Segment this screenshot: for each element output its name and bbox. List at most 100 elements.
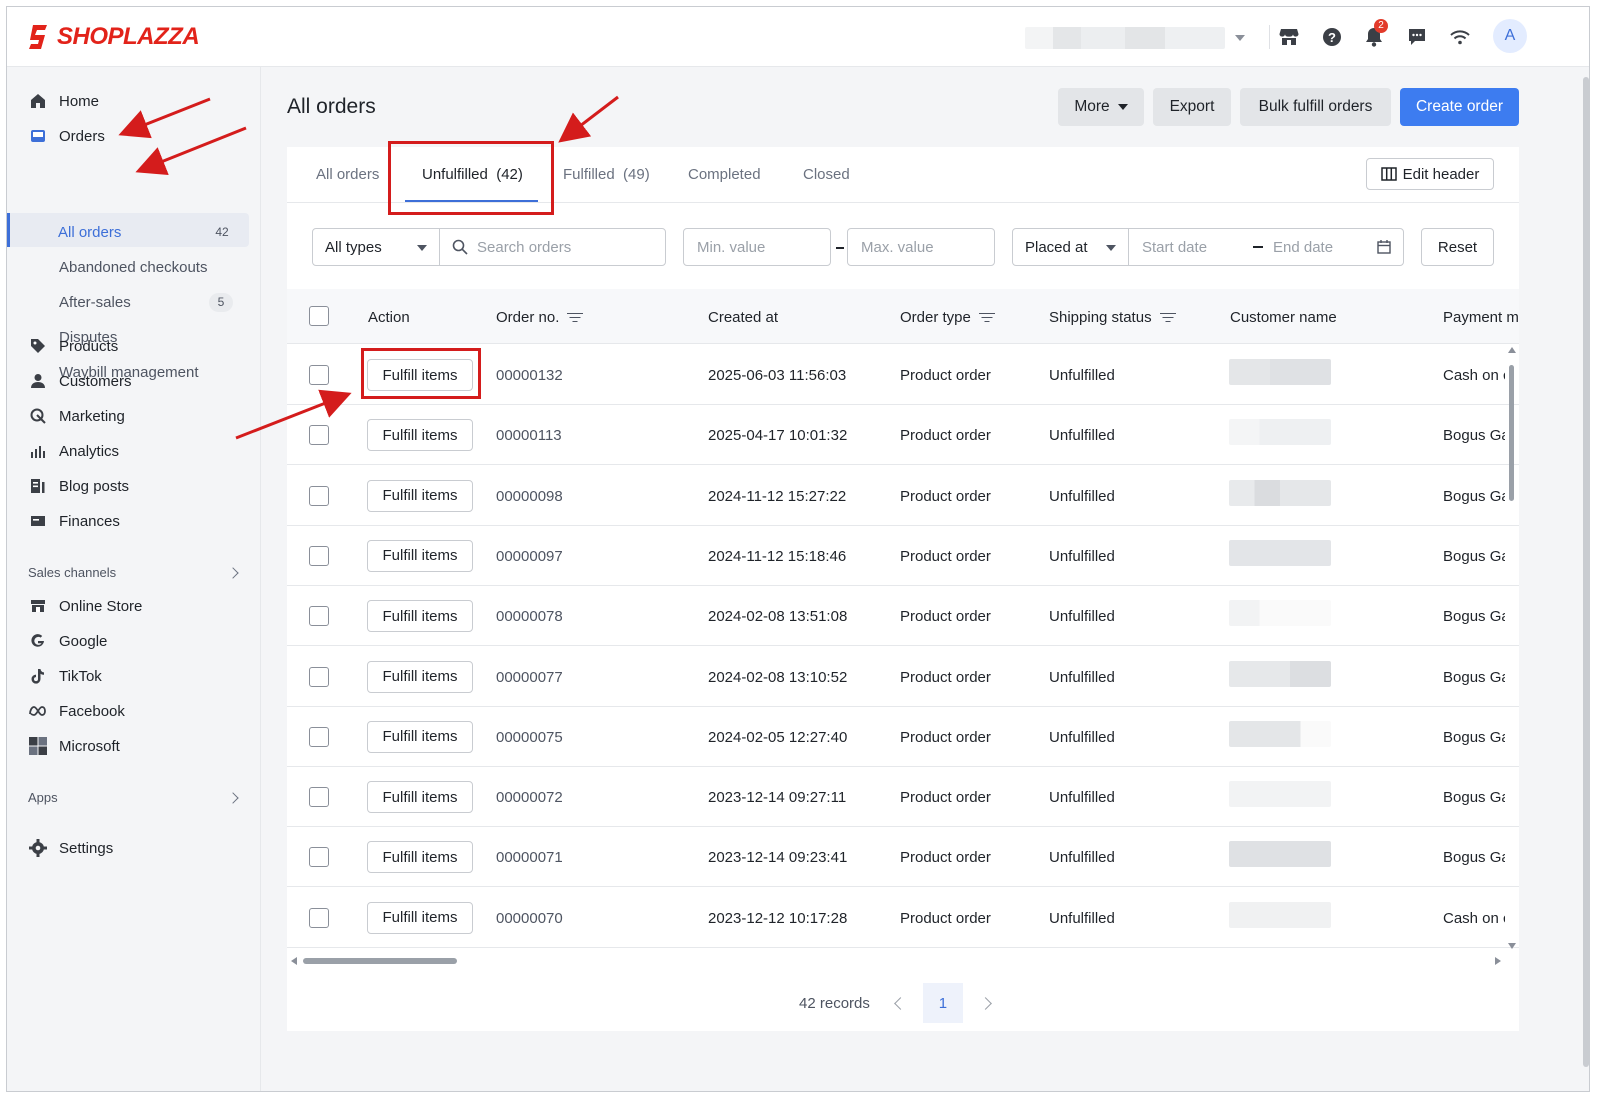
column-shipping-status[interactable]: Shipping status <box>1049 309 1176 326</box>
order-number[interactable]: 00000097 <box>496 548 563 565</box>
table-row[interactable]: Fulfill items 00000097 2024-11-12 15:18:46… <box>287 526 1519 586</box>
filter-icon[interactable] <box>978 312 995 324</box>
reset-button[interactable]: Reset <box>1421 228 1494 266</box>
column-label: Action <box>368 309 410 326</box>
sidebar-item-microsoft[interactable]: Microsoft <box>21 730 249 762</box>
order-number[interactable]: 00000070 <box>496 910 563 927</box>
previous-page-icon[interactable] <box>894 996 907 1010</box>
table-row[interactable]: Fulfill items 00000075 2024-02-05 12:27:40… <box>287 707 1519 767</box>
tab-all-orders[interactable]: All orders <box>316 166 379 183</box>
sidebar-sub-abandoned-checkouts[interactable]: Abandoned checkouts <box>59 251 207 283</box>
sidebar-item-facebook[interactable]: Facebook <box>21 695 249 727</box>
table-row[interactable]: Fulfill items 00000072 2023-12-14 09:27:11… <box>287 767 1519 828</box>
fulfill-items-button[interactable]: Fulfill items <box>367 720 473 753</box>
sidebar-item-orders[interactable]: Orders <box>21 120 249 152</box>
tab-completed[interactable]: Completed <box>688 166 761 183</box>
sidebar-sub-all-orders[interactable]: All orders 42 <box>58 216 238 248</box>
sidebar-item-settings[interactable]: Settings <box>21 832 249 864</box>
notifications-bell-icon[interactable]: 2 <box>1360 19 1388 51</box>
sidebar-item-google[interactable]: Google <box>21 625 249 657</box>
chevron-right-icon[interactable] <box>227 792 239 804</box>
column-order-type[interactable]: Order type <box>900 309 995 326</box>
page-number[interactable]: 1 <box>922 983 963 1023</box>
store-selector[interactable] <box>1025 25 1251 51</box>
order-number[interactable]: 00000071 <box>496 849 563 866</box>
scroll-left-arrow-icon[interactable] <box>291 957 297 965</box>
max-value-input[interactable]: Max. value <box>847 228 995 266</box>
table-row[interactable]: Fulfill items 00000070 2023-12-12 10:17:28… <box>287 888 1519 948</box>
date-range-picker[interactable]: Start date End date <box>1128 228 1404 266</box>
storefront-icon[interactable] <box>1275 23 1303 51</box>
fulfill-items-button[interactable]: Fulfill items <box>367 419 473 452</box>
row-checkbox[interactable] <box>309 666 329 687</box>
row-checkbox[interactable] <box>309 425 329 446</box>
brand-logo[interactable]: SHOPLAZZA <box>27 23 200 51</box>
sidebar-item-home[interactable]: Home <box>21 85 249 117</box>
table-row[interactable]: Fulfill items 00000077 2024-02-08 13:10:52… <box>287 647 1519 707</box>
fulfill-items-button[interactable]: Fulfill items <box>367 781 473 814</box>
fulfill-items-button[interactable]: Fulfill items <box>367 539 473 572</box>
sidebar-item-analytics[interactable]: Analytics <box>21 435 249 467</box>
row-checkbox[interactable] <box>309 545 329 566</box>
scroll-right-arrow-icon[interactable] <box>1495 957 1501 965</box>
help-icon[interactable]: ? <box>1318 23 1346 51</box>
sidebar-item-products[interactable]: Products <box>21 330 249 362</box>
sidebar-item-marketing[interactable]: Marketing <box>21 400 249 432</box>
fulfill-items-button[interactable]: Fulfill items <box>367 600 473 633</box>
sidebar-item-tiktok[interactable]: TikTok <box>21 660 249 692</box>
order-number[interactable]: 00000098 <box>496 488 563 505</box>
scroll-up-arrow-icon[interactable] <box>1508 347 1516 353</box>
row-checkbox[interactable] <box>309 365 329 385</box>
row-checkbox[interactable] <box>309 485 329 506</box>
row-checkbox[interactable] <box>309 847 329 868</box>
sidebar-item-blog-posts[interactable]: Blog posts <box>21 470 249 502</box>
chevron-right-icon[interactable] <box>227 567 239 579</box>
sidebar-sub-after-sales[interactable]: After-sales 5 <box>59 286 237 318</box>
table-row[interactable]: Fulfill items 00000113 2025-04-17 10:01:32… <box>287 405 1519 466</box>
page-scrollbar[interactable] <box>1583 77 1589 1067</box>
search-input[interactable]: Search orders <box>439 228 666 266</box>
edit-header-button[interactable]: Edit header <box>1366 158 1494 190</box>
order-type-select[interactable]: All types <box>312 228 440 266</box>
next-page-icon[interactable] <box>979 996 992 1010</box>
table-row[interactable]: Fulfill items 00000078 2024-02-08 13:51:08… <box>287 586 1519 647</box>
chat-icon[interactable] <box>1403 23 1431 51</box>
filter-icon[interactable] <box>1159 312 1176 324</box>
vertical-scrollbar[interactable] <box>1509 365 1514 501</box>
tab-closed[interactable]: Closed <box>803 166 850 183</box>
min-value-input[interactable]: Min. value <box>683 228 831 266</box>
order-number[interactable]: 00000132 <box>496 367 563 384</box>
apps-label: Apps <box>28 790 58 805</box>
fulfill-items-button[interactable]: Fulfill items <box>367 841 473 874</box>
more-button[interactable]: More <box>1058 88 1144 126</box>
tab-fulfilled[interactable]: Fulfilled (49) <box>563 166 650 183</box>
wifi-icon[interactable] <box>1446 23 1474 51</box>
create-order-button[interactable]: Create order <box>1400 88 1519 126</box>
export-button[interactable]: Export <box>1153 88 1231 126</box>
select-all-checkbox[interactable] <box>309 306 329 326</box>
row-checkbox[interactable] <box>309 787 329 808</box>
row-checkbox[interactable] <box>309 606 329 627</box>
order-number[interactable]: 00000075 <box>496 729 563 746</box>
fulfill-items-button[interactable]: Fulfill items <box>367 660 473 693</box>
row-checkbox[interactable] <box>309 726 329 747</box>
scroll-down-arrow-icon[interactable] <box>1508 943 1516 949</box>
sidebar-item-finances[interactable]: Finances <box>21 505 249 537</box>
bulk-fulfill-button[interactable]: Bulk fulfill orders <box>1240 88 1391 126</box>
sidebar-item-online-store[interactable]: Online Store <box>21 590 249 622</box>
sidebar-item-customers[interactable]: Customers <box>21 365 249 397</box>
order-number[interactable]: 00000078 <box>496 608 563 625</box>
table-row[interactable]: Fulfill items 00000098 2024-11-12 15:27:22… <box>287 466 1519 526</box>
fulfill-items-button[interactable]: Fulfill items <box>367 901 473 934</box>
order-number[interactable]: 00000072 <box>496 789 563 806</box>
order-number[interactable]: 00000077 <box>496 669 563 686</box>
table-row[interactable]: Fulfill items 00000071 2023-12-14 09:23:41… <box>287 827 1519 888</box>
avatar[interactable]: A <box>1493 19 1527 53</box>
filter-icon[interactable] <box>567 312 584 324</box>
order-number[interactable]: 00000113 <box>496 427 562 444</box>
column-order-no[interactable]: Order no. <box>496 309 584 326</box>
date-field-select[interactable]: Placed at <box>1012 228 1129 266</box>
horizontal-scrollbar[interactable] <box>303 958 457 964</box>
row-checkbox[interactable] <box>309 907 329 928</box>
fulfill-items-button[interactable]: Fulfill items <box>367 479 473 512</box>
